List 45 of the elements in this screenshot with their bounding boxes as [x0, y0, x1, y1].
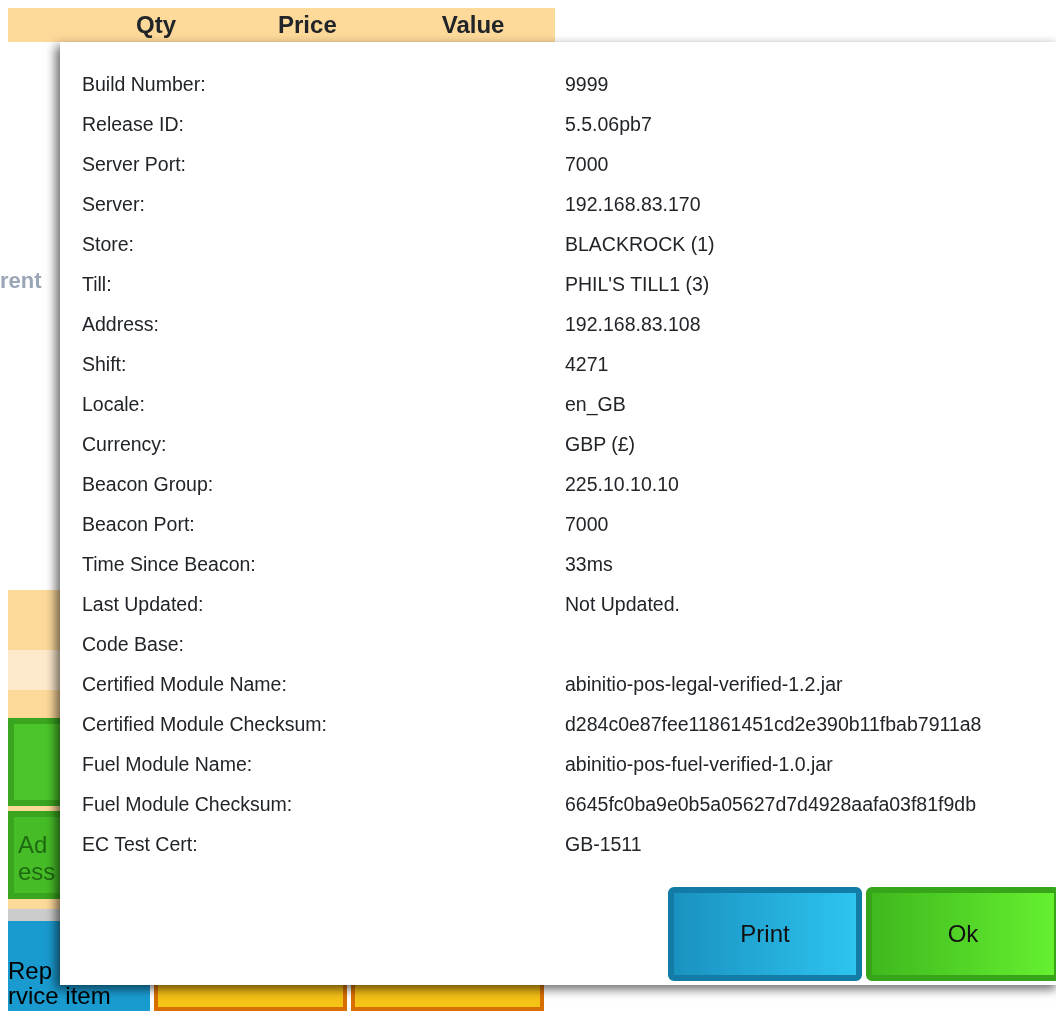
field-value: abinitio-pos-legal-verified-1.2.jar: [565, 672, 843, 697]
dialog-button[interactable]: Print: [668, 887, 862, 981]
field-value: 192.168.83.170: [565, 192, 701, 217]
column-header: Price: [278, 10, 337, 40]
field-value: PHIL'S TILL1 (3): [565, 272, 710, 297]
field-label: Last Updated:: [82, 592, 205, 617]
field-label: Build Number:: [82, 72, 207, 97]
field-value: 33ms: [565, 552, 613, 577]
field-value: d284c0e87fee11861451cd2e390b11fbab7911a8: [565, 712, 982, 737]
field-value: 7000: [565, 512, 609, 537]
dialog-button[interactable]: Ok: [866, 887, 1056, 981]
field-label: Code Base:: [82, 632, 185, 657]
field-label: Server:: [82, 192, 146, 217]
field-label: Locale:: [82, 392, 146, 417]
field-value: 7000: [565, 152, 609, 177]
field-label: Time Since Beacon:: [82, 552, 257, 577]
field-label: Fuel Module Checksum:: [82, 792, 294, 817]
field-value: 4271: [565, 352, 609, 377]
field-value: BLACKROCK (1): [565, 232, 715, 257]
field-value: GBP (£): [565, 432, 636, 457]
field-value: 192.168.83.108: [565, 312, 701, 337]
field-value: 225.10.10.10: [565, 472, 679, 497]
field-label: Beacon Port:: [82, 512, 196, 537]
field-label: Shift:: [82, 352, 128, 377]
field-label: Address:: [82, 312, 160, 337]
field-label: Release ID:: [82, 112, 185, 137]
field-label: Server Port:: [82, 152, 188, 177]
field-value: abinitio-pos-fuel-verified-1.0.jar: [565, 752, 833, 777]
column-header: Value: [441, 10, 505, 40]
field-label: Beacon Group:: [82, 472, 215, 497]
field-value: Not Updated.: [565, 592, 680, 617]
field-label: Fuel Module Name:: [82, 752, 254, 777]
field-label: EC Test Cert:: [82, 832, 199, 857]
field-value: en_GB: [565, 392, 626, 418]
field-value: 9999: [565, 72, 609, 97]
field-label: Currency:: [82, 432, 168, 457]
field-label: Certified Module Name:: [82, 672, 288, 697]
field-label: Certified Module Checksum:: [82, 712, 328, 737]
field-label: Store:: [82, 232, 136, 257]
field-value: 6645fc0ba9e0b5a05627d7d4928aafa03f81f9db: [565, 792, 976, 817]
field-label: rent: [0, 268, 42, 293]
field-value: 5.5.06pb7: [565, 112, 652, 137]
column-header: Qty: [136, 10, 176, 40]
field-value: GB-1511: [565, 832, 642, 857]
field-label: Till:: [82, 272, 113, 297]
